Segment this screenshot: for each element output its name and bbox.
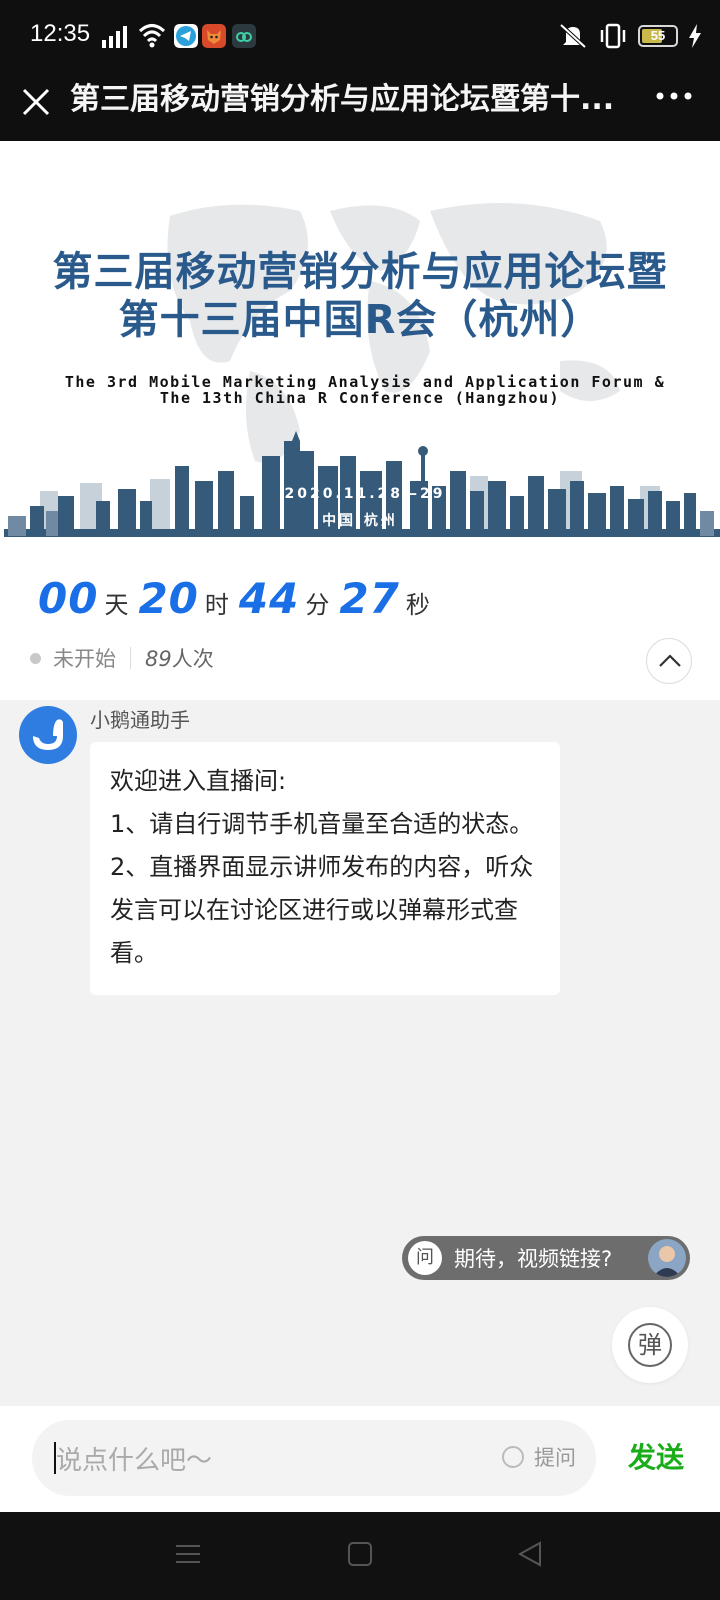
countdown-days-unit: 天 xyxy=(104,591,129,619)
fox-app-icon xyxy=(202,24,226,48)
danmaku-toggle-button[interactable]: 弹 xyxy=(612,1307,688,1383)
countdown-seconds-unit: 秒 xyxy=(405,591,430,619)
telegram-app-icon xyxy=(174,24,198,48)
home-icon[interactable] xyxy=(346,1540,374,1568)
comment-input[interactable]: 说点什么吧～ 提问 xyxy=(32,1420,596,1496)
wifi-icon xyxy=(138,24,166,48)
cloud-app-icon xyxy=(232,24,256,48)
live-info-panel: 00 天 20 时 44 分 27 秒 未开始 89人次 xyxy=(0,548,720,700)
menu-icon[interactable] xyxy=(174,1540,202,1568)
divider xyxy=(130,647,131,669)
send-button[interactable]: 发送 xyxy=(628,1436,684,1476)
banner-en-line2: The 13th China R Conference (Hangzhou) xyxy=(159,389,561,407)
viewer-count: 89人次 xyxy=(145,643,214,673)
message-sender: 小鹅通助手 xyxy=(90,708,190,732)
message-line: 欢迎进入直播间: xyxy=(110,767,287,795)
danmaku-comment[interactable]: 问 期待，视频链接? xyxy=(402,1236,690,1280)
danmaku-text: 期待，视频链接? xyxy=(454,1247,613,1271)
back-icon[interactable] xyxy=(516,1540,544,1568)
user-avatar xyxy=(648,1239,686,1277)
message-line: 1、请自行调节手机音量至合适的状态。 xyxy=(110,810,534,838)
banner-date: 2020.11.28—29 xyxy=(284,486,446,502)
charging-icon xyxy=(689,24,701,48)
countdown-minutes: 44 xyxy=(238,574,300,623)
message-bubble: 欢迎进入直播间: 1、请自行调节手机音量至合适的状态。 2、直播界面显示讲师发布… xyxy=(90,742,560,995)
status-dot-icon xyxy=(30,652,41,664)
top-bar: 12:35 55 第三届移动营销分析与应用论坛暨第十... xyxy=(0,0,720,141)
viewer-suffix: 人次 xyxy=(171,647,214,671)
countdown: 00 天 20 时 44 分 27 秒 xyxy=(38,574,440,623)
live-status-row: 未开始 89人次 xyxy=(30,638,214,678)
question-badge: 问 xyxy=(408,1241,442,1275)
title-bar: 第三届移动营销分析与应用论坛暨第十... xyxy=(0,72,720,141)
countdown-hours-unit: 时 xyxy=(204,591,229,619)
battery-level: 55 xyxy=(650,28,666,43)
message-line: 2、直播界面显示讲师发布的内容，听众发言可以在讨论区进行或以弹幕形式查看。 xyxy=(110,853,534,967)
comment-input-placeholder: 说点什么吧～ xyxy=(56,1446,213,1476)
vibrate-icon xyxy=(600,23,626,49)
ask-label: 提问 xyxy=(534,1446,576,1470)
page-title: 第三届移动营销分析与应用论坛暨第十... xyxy=(70,82,615,117)
radio-icon xyxy=(502,1446,524,1468)
collapse-button[interactable] xyxy=(646,638,692,684)
danmaku-toggle-label: 弹 xyxy=(628,1323,672,1367)
mute-icon xyxy=(559,23,587,49)
system-nav-bar xyxy=(0,1512,720,1600)
countdown-hours: 20 xyxy=(138,574,199,623)
countdown-minutes-unit: 分 xyxy=(305,591,330,619)
close-icon[interactable] xyxy=(20,86,52,118)
event-banner: 第三届移动营销分析与应用论坛暨 第十三届中国R会（杭州） The 3rd Mob… xyxy=(0,141,720,548)
ask-question-toggle[interactable]: 提问 xyxy=(502,1442,576,1472)
signal-icon xyxy=(102,26,127,48)
more-options-icon[interactable] xyxy=(654,88,694,104)
live-state: 未开始 xyxy=(53,647,116,671)
viewer-number: 89 xyxy=(145,647,172,671)
goose-icon xyxy=(33,719,63,750)
battery-icon: 55 xyxy=(638,25,678,47)
comment-input-bar: 说点什么吧～ 提问 发送 xyxy=(0,1406,720,1512)
chevron-up-icon xyxy=(659,654,681,667)
status-time: 12:35 xyxy=(30,20,91,47)
countdown-seconds: 27 xyxy=(339,574,400,623)
banner-location: 中国 杭州 xyxy=(322,513,398,529)
status-right-icons: 55 xyxy=(558,20,702,52)
banner-title-line2: 第十三届中国R会（杭州） xyxy=(118,297,602,343)
countdown-days: 00 xyxy=(38,574,99,623)
status-bar: 12:35 55 xyxy=(0,0,720,72)
assistant-avatar[interactable] xyxy=(19,706,77,764)
